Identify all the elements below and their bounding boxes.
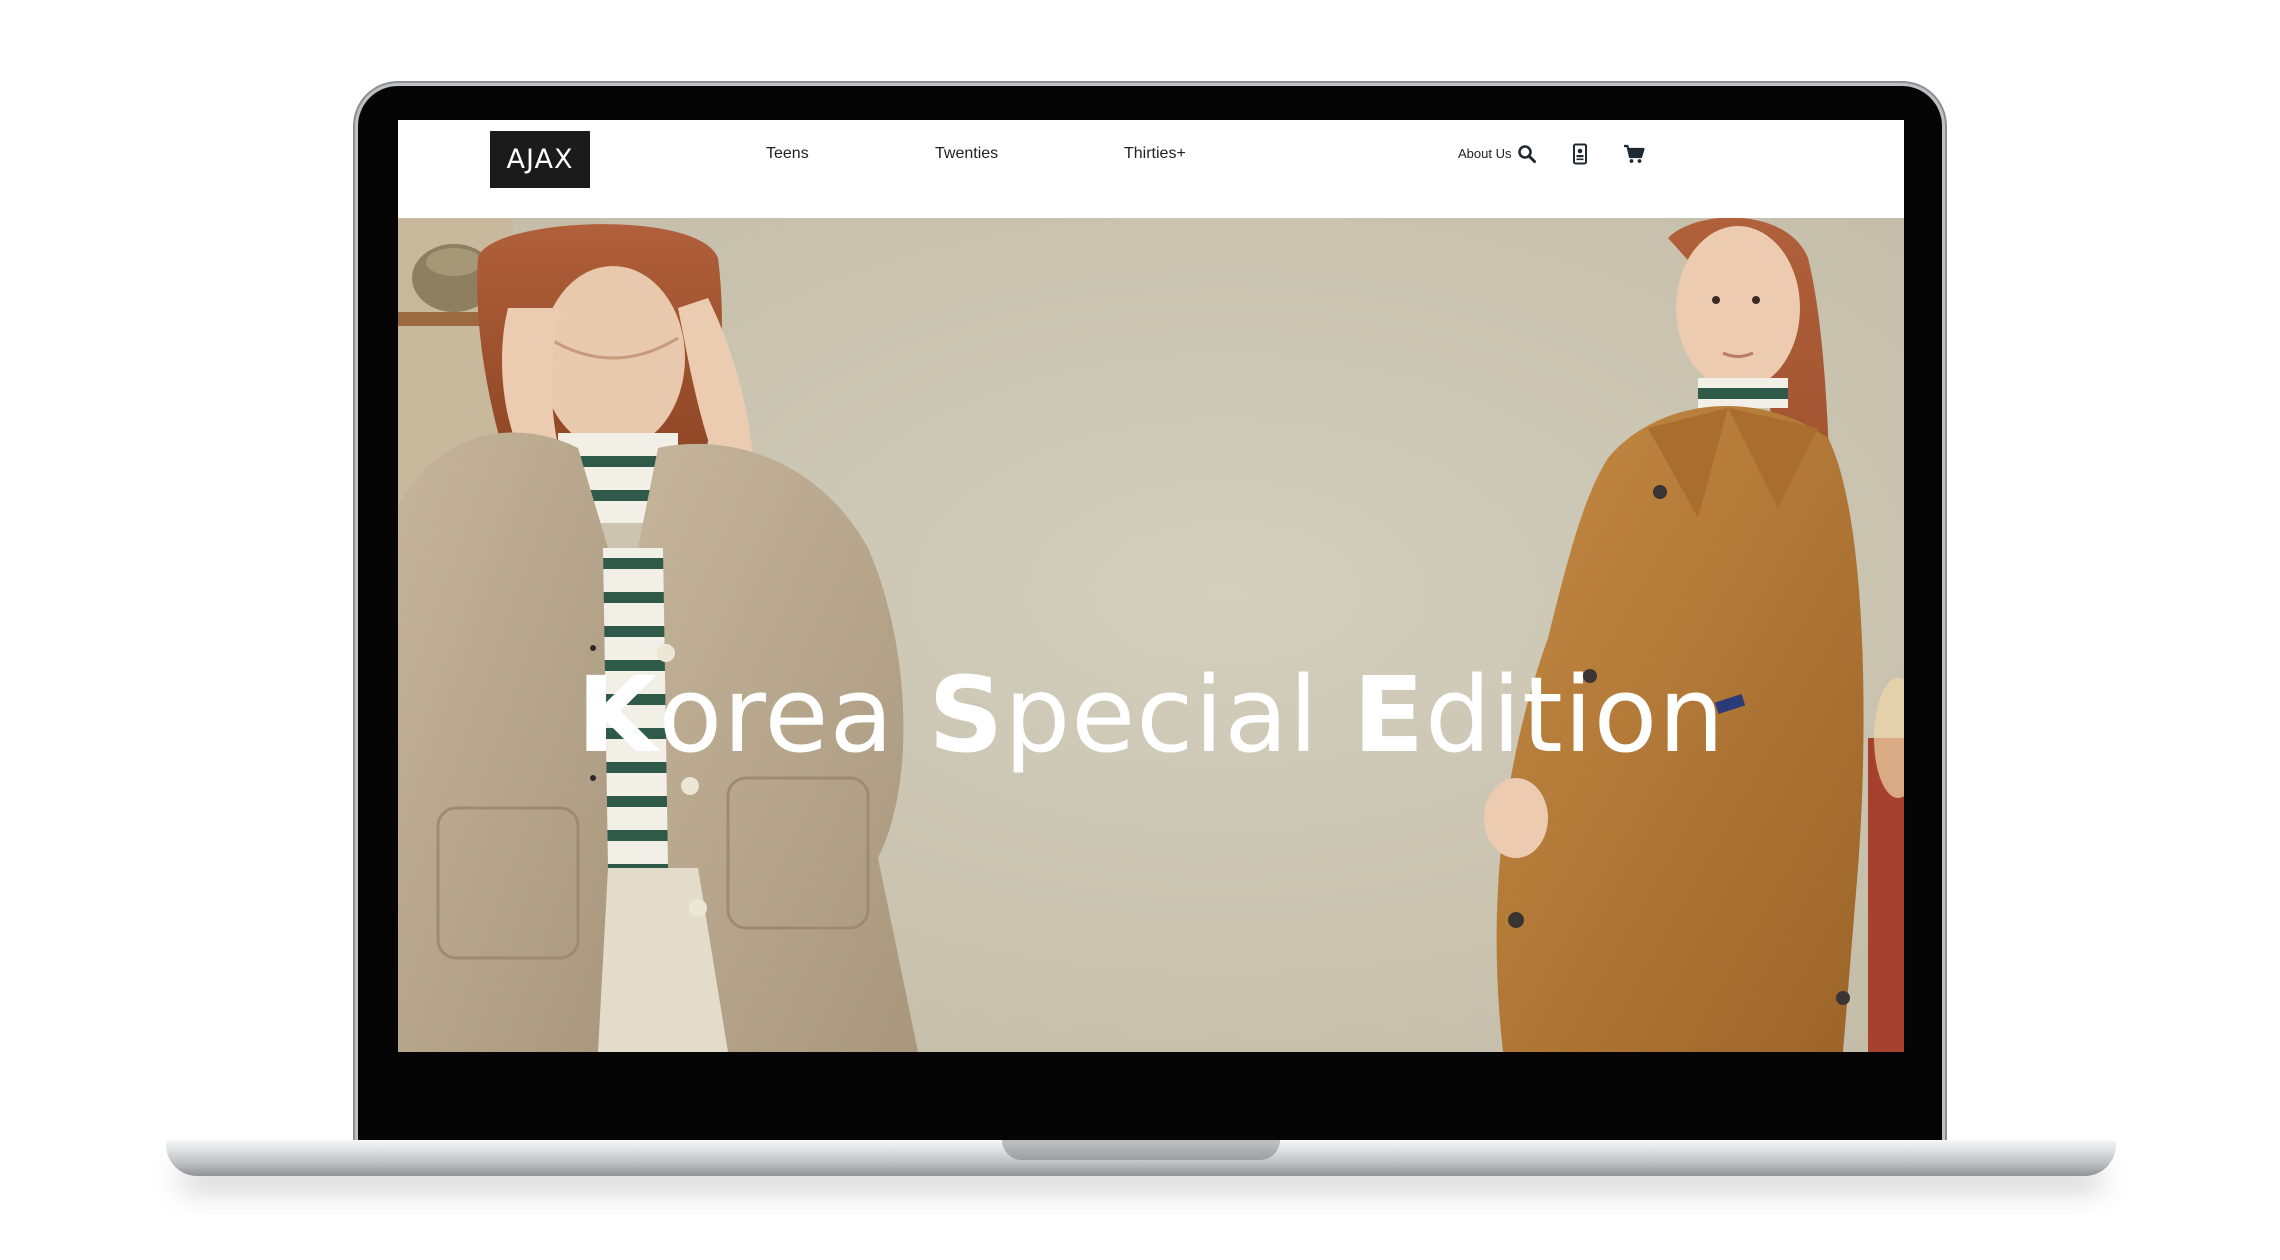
- laptop-mockup: AJAX Teens Twenties Thirties+ About Us K…: [0, 0, 2280, 1260]
- nav-item-twenties[interactable]: Twenties: [935, 145, 998, 163]
- hero-title-s: S: [928, 654, 1005, 776]
- about-us-link[interactable]: About Us: [1458, 146, 1511, 161]
- laptop-base: [166, 1140, 2116, 1176]
- hero-banner: Korea Special Edition: [398, 218, 1904, 1052]
- nav-item-thirties[interactable]: Thirties+: [1124, 145, 1186, 163]
- brand-logo-text: AJAX: [506, 144, 574, 175]
- id-card-icon[interactable]: [1566, 140, 1594, 168]
- hero-title-orea: orea: [658, 654, 929, 776]
- hero-title-e: E: [1352, 654, 1426, 776]
- hero-title-dition: dition: [1425, 654, 1726, 776]
- brand-logo[interactable]: AJAX: [490, 131, 590, 188]
- hero-title-pecial: pecial: [1004, 654, 1353, 776]
- nav-item-teens[interactable]: Teens: [766, 145, 809, 163]
- laptop-notch: [1002, 1140, 1280, 1160]
- hero-title: Korea Special Edition: [398, 654, 1904, 776]
- site-header: AJAX Teens Twenties Thirties+ About Us: [398, 120, 1904, 218]
- cart-icon[interactable]: [1620, 140, 1648, 168]
- search-icon[interactable]: [1513, 140, 1541, 168]
- hero-photo: [398, 218, 1904, 1052]
- hero-title-k: K: [576, 654, 659, 776]
- laptop-lid: AJAX Teens Twenties Thirties+ About Us K…: [358, 86, 1942, 1150]
- laptop-screen: AJAX Teens Twenties Thirties+ About Us K…: [398, 120, 1904, 1052]
